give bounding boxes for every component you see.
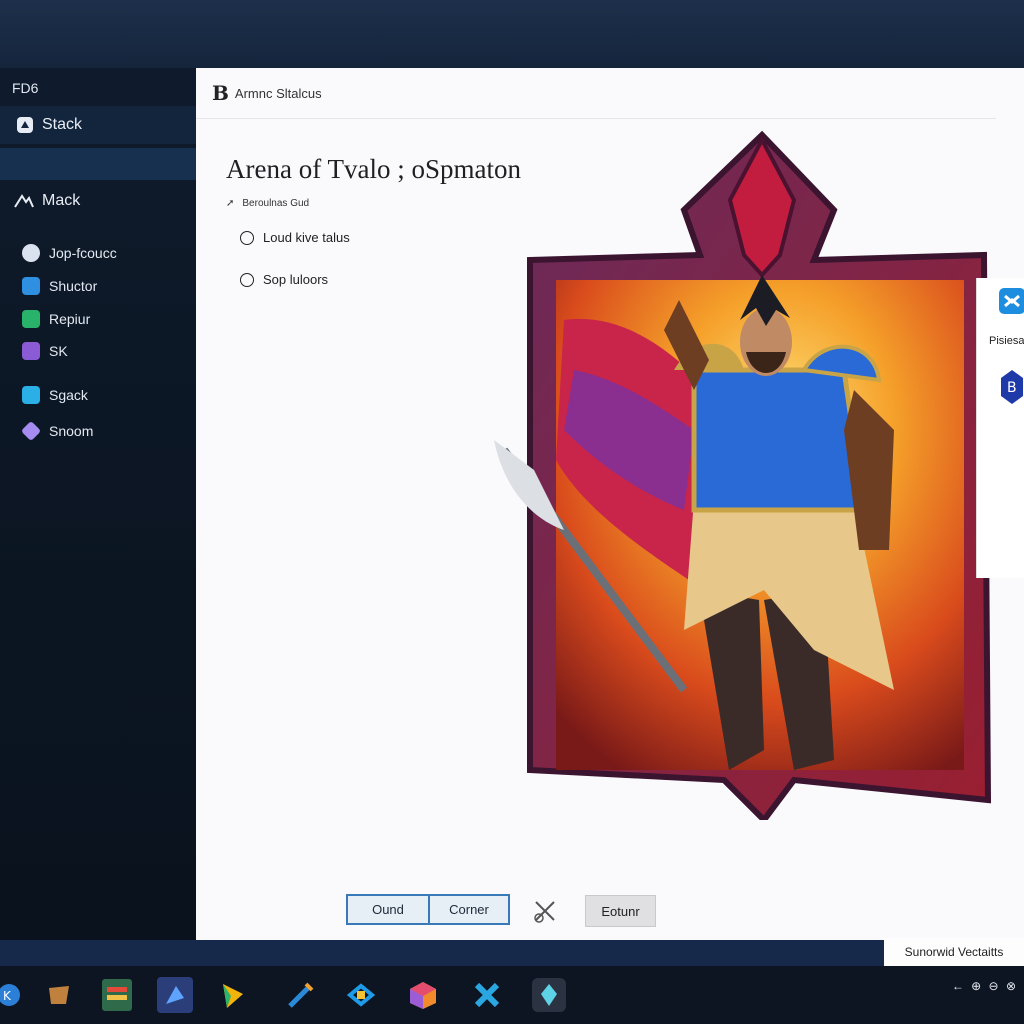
pen-icon[interactable] (282, 976, 320, 1014)
green-leaf-icon (22, 310, 40, 328)
sidebar-item-label: Snoom (49, 423, 94, 439)
sidebar-item-shuctor[interactable]: Shuctor (22, 277, 97, 295)
ound-button[interactable]: Ound (348, 896, 430, 923)
status-strip (0, 940, 1024, 966)
sidebar-selected-band[interactable] (0, 148, 196, 180)
popup-app-icon (999, 288, 1024, 314)
blue-cube-icon (22, 277, 40, 295)
sidebar-item-label: Mack (42, 192, 81, 209)
page-title: Arena of Tvalo ; oSpmaton (226, 154, 521, 184)
orange-cube-icon[interactable] (404, 976, 442, 1014)
sidebar-item-jop[interactable]: Jop-fcoucc (22, 244, 117, 262)
radio-button[interactable] (240, 272, 254, 287)
start-icon[interactable]: K (0, 976, 28, 1014)
sidebar-item-track[interactable]: Mack (14, 192, 80, 210)
button-group: Ound Corner (346, 894, 510, 925)
sidebar-item-snoom[interactable]: Snoom (20, 420, 94, 442)
track-icon (14, 194, 34, 208)
sidebar-item-label: Repiur (49, 311, 91, 327)
radio-option-2[interactable]: Sop luloors (240, 272, 328, 287)
notification-toast[interactable]: Sunorwid Vectaitts (884, 938, 1024, 966)
radio-label: Loud kive talus (263, 230, 350, 245)
sidebar: FD6 Stack Mack Jop-fcoucc Shuctor Repiur… (0, 68, 196, 940)
side-popup[interactable]: Pisiesa B (976, 278, 1024, 578)
violet-crystal-icon (20, 420, 42, 442)
sidebar-item-label: Stack (42, 116, 83, 133)
scissors-icon[interactable] (532, 898, 558, 924)
blue-square-icon[interactable] (342, 976, 380, 1014)
app-header: B Armnc Sltalcus (196, 68, 996, 119)
popup-label: Pisiesa (989, 335, 1024, 347)
hero-artwork (494, 130, 992, 820)
sidebar-item-label: Shuctor (49, 278, 98, 294)
green-stack-icon[interactable] (98, 976, 136, 1014)
purple-gem-icon (22, 342, 40, 360)
radio-label: Sop luloors (263, 272, 329, 287)
taskbar: K ← ⊕ ⊖ ⊗ (0, 966, 1024, 1024)
teal-cross-icon (22, 386, 40, 404)
corner-button[interactable]: Corner (430, 896, 508, 923)
blue-arrow-icon[interactable] (156, 976, 194, 1014)
section-subhead[interactable]: ➚ Beroulnas Gud (226, 198, 309, 209)
svg-text:K: K (3, 989, 12, 1003)
sidebar-item-label: SK (49, 343, 68, 359)
stack-icon (17, 117, 33, 133)
app-logo: B (212, 81, 229, 105)
sidebar-item-label: Sgack (49, 387, 88, 403)
hero-torso (691, 367, 867, 513)
main-panel: B Armnc Sltalcus Arena of Tvalo ; oSpmat… (196, 68, 1024, 940)
yellow-flag-icon[interactable] (214, 976, 252, 1014)
chevron-icon: ➚ (226, 198, 235, 209)
radio-option-1[interactable]: Loud kive talus (240, 230, 350, 245)
return-button[interactable]: Eotunr (585, 895, 656, 927)
sidebar-item-sk[interactable]: SK (22, 342, 68, 360)
subhead-label: Beroulnas Gud (242, 198, 310, 209)
teal-x-icon[interactable] (468, 976, 506, 1014)
title-bar (0, 0, 1024, 68)
brown-app-icon[interactable] (40, 976, 78, 1014)
sidebar-title: FD6 (12, 80, 39, 96)
svg-text:B: B (1007, 380, 1017, 396)
system-tray[interactable]: ← ⊕ ⊖ ⊗ (952, 979, 1018, 993)
gem-icon[interactable] (530, 976, 568, 1014)
app-title: Armnc Sltalcus (234, 85, 322, 101)
radio-button[interactable] (240, 230, 254, 245)
puzzle-icon (22, 244, 40, 262)
sidebar-item-stack[interactable]: Stack (0, 106, 196, 144)
sidebar-item-label: Jop-fcoucc (49, 245, 117, 261)
sidebar-item-repiur[interactable]: Repiur (22, 310, 90, 328)
popup-badge-icon: B (1001, 370, 1023, 404)
sidebar-item-sgack[interactable]: Sgack (22, 386, 88, 404)
